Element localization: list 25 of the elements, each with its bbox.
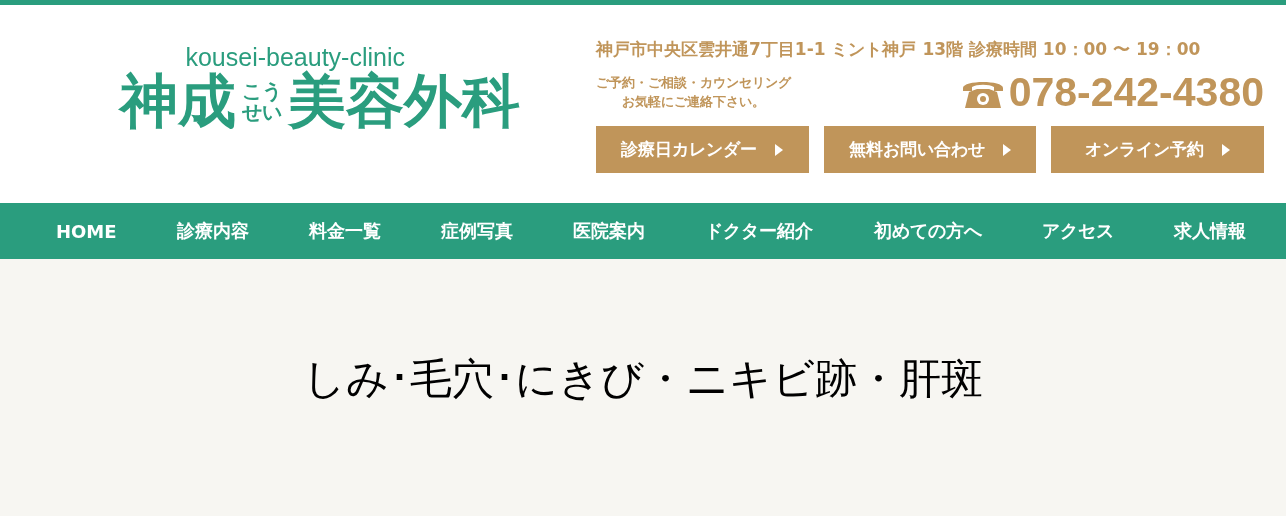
nav-link[interactable]: 診療内容 (176, 219, 249, 243)
nav-link[interactable]: 求人情報 (1173, 219, 1246, 243)
page-title: しみ･毛穴･にきび・ニキビ跡・肝斑 (303, 353, 983, 405)
nav-link[interactable]: HOME (56, 220, 117, 242)
phone-number[interactable]: 078-242-4380 (1008, 69, 1264, 116)
header-button[interactable]: 無料お問い合わせ (823, 126, 1037, 173)
nav-link[interactable]: 初めての方へ (873, 219, 982, 243)
nav-link[interactable]: 医院案内 (573, 219, 646, 243)
contact-note: お気軽にご連絡下さい。 (622, 92, 765, 111)
caret-icon (775, 143, 784, 156)
header-button[interactable]: オンライン予約 (1051, 126, 1264, 173)
contact-note: ご予約・ご相談・カウンセリング (596, 74, 791, 93)
caret-icon (1222, 143, 1231, 156)
logo-reading: せい (242, 101, 282, 123)
logo-name: 神成 (120, 70, 236, 134)
nav-link[interactable]: 症例写真 (441, 219, 514, 243)
nav-link[interactable]: ドクター紹介 (705, 219, 814, 243)
header-button[interactable]: 診療日カレンダー (596, 126, 809, 173)
nav-link[interactable]: アクセス (1041, 219, 1114, 243)
logo-name: 美容外科 (288, 70, 520, 134)
caret-icon (1003, 143, 1011, 156)
logo-subtitle: kousei-beauty-clinic (185, 45, 405, 70)
address-text: 神戸市中央区雲井通7丁目1-1 ミント神戸 13階 診療時間 10：00 〜 19：00 (596, 38, 1202, 61)
nav-link[interactable]: 料金一覧 (308, 219, 381, 243)
logo-reading: こう (242, 80, 282, 102)
